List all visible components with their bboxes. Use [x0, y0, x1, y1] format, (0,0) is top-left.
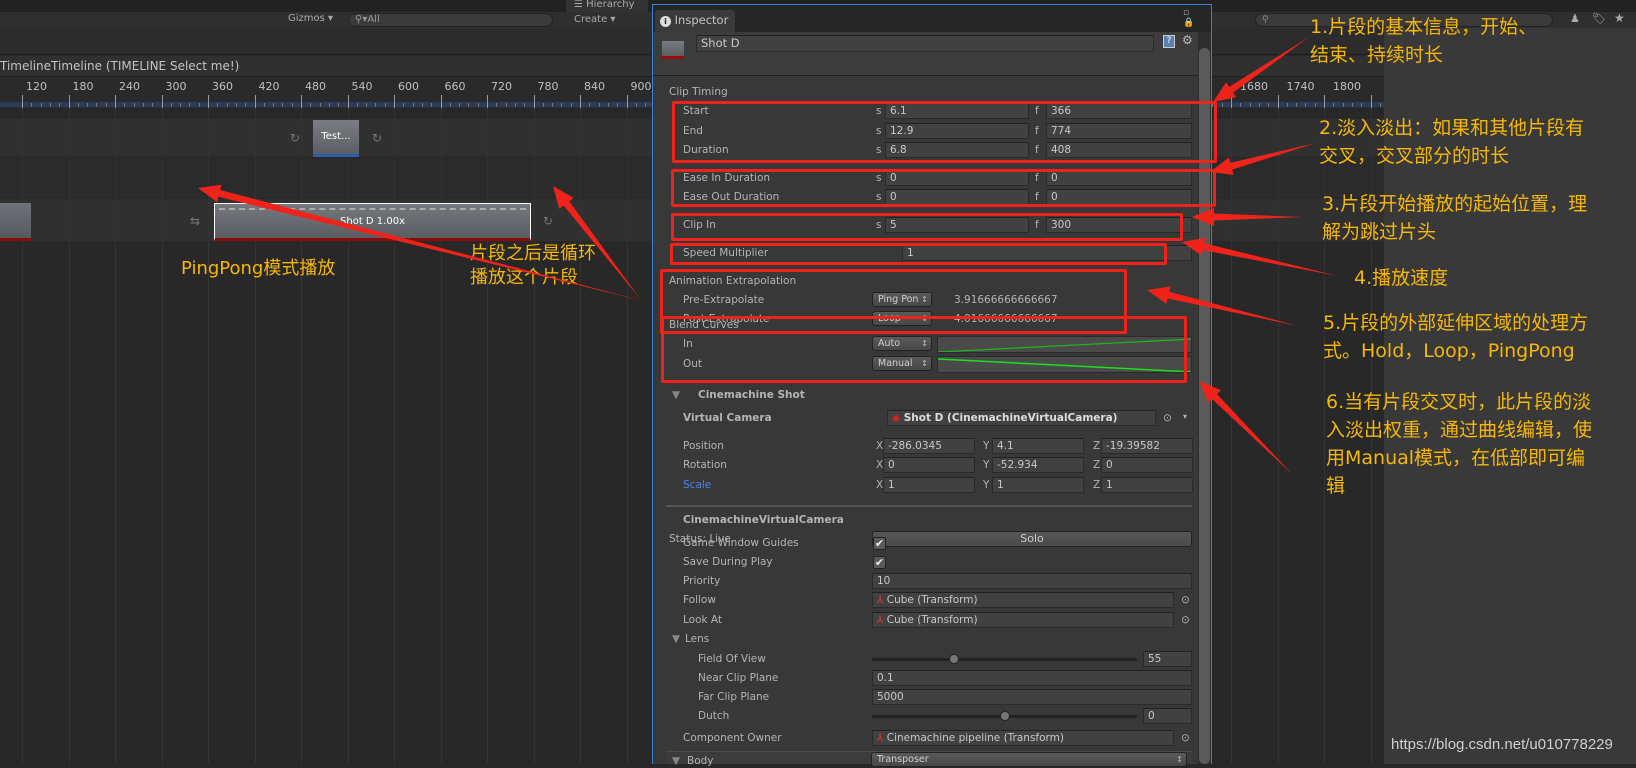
annotation-arrow	[1199, 381, 1293, 475]
annotation-arrows	[198, 37, 1338, 475]
annotation-arrow	[1210, 143, 1316, 175]
annotation-arrow	[1147, 286, 1298, 326]
annotation-arrow	[1182, 237, 1338, 276]
annotation-arrow	[553, 186, 641, 300]
annotation-arrow	[1192, 208, 1302, 226]
watermark: https://blog.csdn.net/u010778229	[1391, 736, 1613, 753]
annotation-arrow	[1213, 37, 1309, 102]
annotation-arrow	[198, 184, 647, 302]
